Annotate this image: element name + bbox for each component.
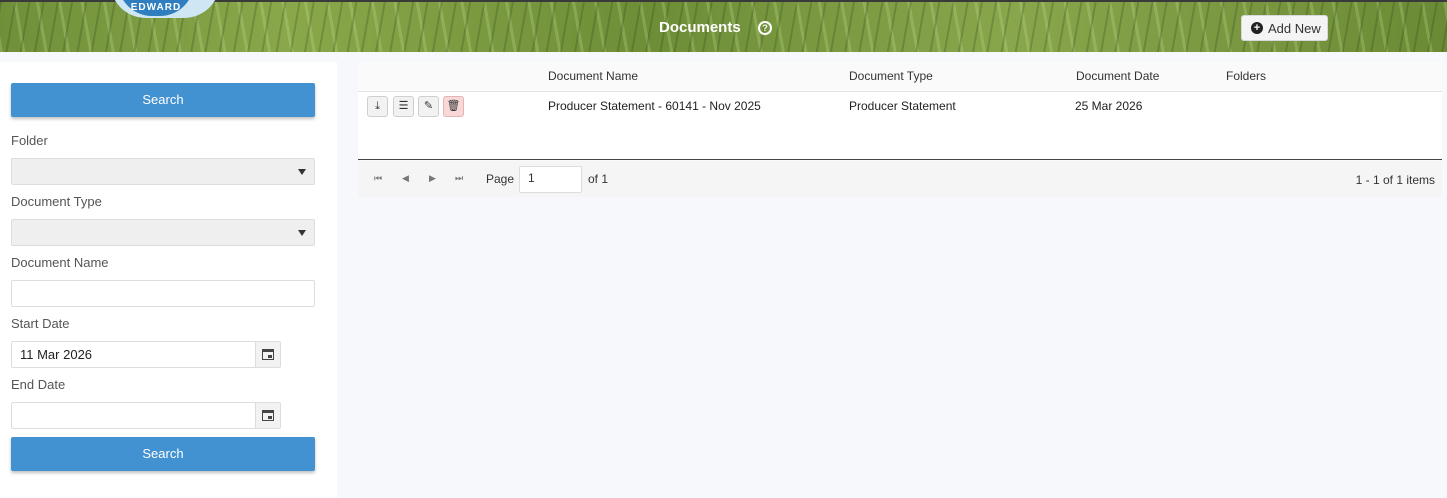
start-date-calendar-button[interactable] [255, 342, 280, 367]
end-date-picker [11, 402, 281, 429]
chevron-down-icon [298, 169, 306, 175]
cell-document-date: 25 Mar 2026 [1075, 99, 1143, 113]
calendar-icon [262, 349, 274, 360]
end-date-input[interactable] [12, 403, 255, 428]
calendar-icon [262, 410, 274, 421]
column-header-document-type[interactable]: Document Type [849, 69, 933, 83]
search-button-bottom[interactable]: Search [11, 437, 315, 471]
first-page-icon[interactable]: ⏮ [374, 173, 382, 184]
page-number-input[interactable]: 1 [519, 166, 582, 193]
folder-select[interactable] [11, 158, 315, 185]
add-new-label: Add New [1268, 20, 1321, 36]
cell-document-type: Producer Statement [849, 99, 956, 113]
documents-grid: Document Name Document Type Document Dat… [358, 62, 1442, 197]
logo: EDWARD [110, 0, 220, 18]
page-total-label: of 1 [588, 172, 609, 186]
details-list-button[interactable]: ☰ [393, 96, 414, 117]
last-page-icon[interactable]: ⏭ [455, 173, 463, 184]
grid-header: Document Name Document Type Document Dat… [358, 62, 1442, 92]
edit-button[interactable]: ✎ [418, 96, 439, 117]
logo-text: EDWARD [130, 2, 182, 13]
folder-label: Folder [11, 133, 48, 148]
start-date-input[interactable]: 11 Mar 2026 [12, 342, 255, 367]
table-row[interactable]: ⤓ ☰ ✎ 🗑 Producer Statement - 60141 - Nov… [358, 92, 1442, 160]
document-type-label: Document Type [11, 194, 102, 209]
previous-page-icon[interactable]: ◀ [402, 173, 409, 184]
end-date-calendar-button[interactable] [255, 403, 280, 428]
cell-document-name: Producer Statement - 60141 - Nov 2025 [548, 99, 761, 113]
add-new-button[interactable]: + Add New [1241, 15, 1328, 41]
column-header-document-name[interactable]: Document Name [548, 69, 638, 83]
end-date-label: End Date [11, 377, 66, 392]
logo-ring: EDWARD [118, 0, 194, 16]
pager: ⏮ ◀ ▶ ⏭ Page 1 of 1 1 - 1 of 1 items [358, 161, 1442, 197]
plus-circle-icon: + [1251, 22, 1263, 34]
filter-sidebar: Search Folder Document Type Document Nam… [0, 62, 337, 498]
question-circle-icon[interactable]: ? [758, 21, 772, 35]
document-name-input[interactable] [11, 280, 315, 307]
chevron-down-icon [298, 230, 306, 236]
page-label: Page [486, 172, 515, 186]
download-button[interactable]: ⤓ [367, 96, 388, 117]
start-date-label: Start Date [11, 316, 70, 331]
document-name-label: Document Name [11, 255, 109, 270]
items-info: 1 - 1 of 1 items [1355, 173, 1435, 187]
next-page-icon[interactable]: ▶ [429, 173, 436, 184]
start-date-picker: 11 Mar 2026 [11, 341, 281, 368]
column-header-document-date[interactable]: Document Date [1076, 69, 1159, 83]
column-header-folders[interactable]: Folders [1226, 69, 1266, 83]
document-type-select[interactable] [11, 219, 315, 246]
delete-button[interactable]: 🗑 [443, 96, 464, 117]
search-button-top[interactable]: Search [11, 83, 315, 117]
page-title: Documents [659, 19, 741, 36]
header-banner: EDWARD Documents ? + Add New [0, 0, 1447, 52]
